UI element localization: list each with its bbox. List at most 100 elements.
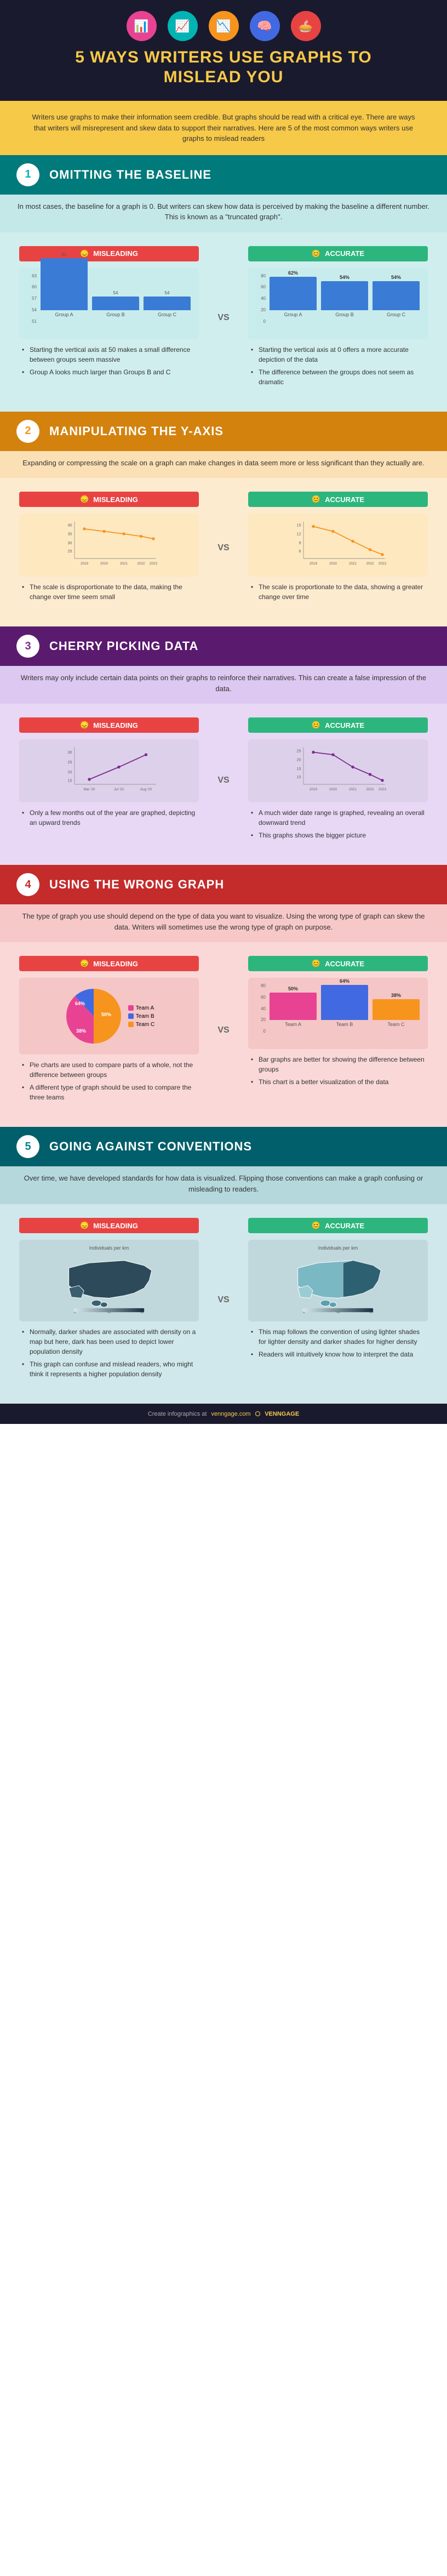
- section-5-number: 5: [16, 1135, 39, 1158]
- section-2: 2 MANIPULATING THE Y-AXIS Expanding or c…: [0, 412, 447, 627]
- svg-text:2020: 2020: [329, 788, 337, 791]
- svg-text:2019: 2019: [81, 562, 89, 566]
- svg-text:38%: 38%: [76, 1028, 86, 1034]
- section-2-comparison: 😞 MISLEADING 40 35 30 25 2019 2020 2021 …: [0, 478, 447, 626]
- misleading-line-chart-3: 30 25 20 15 Mar '20 Jul '20 Aug '20: [25, 745, 193, 794]
- section-5-misleading-chart: Individuals per km: [19, 1240, 199, 1321]
- section-3-misleading-chart: 30 25 20 15 Mar '20 Jul '20 Aug '20: [19, 739, 199, 802]
- section-1-misleading: 😞 MISLEADING 63 60 57 54 51: [11, 238, 207, 398]
- section-2-accurate-chart: 15 12 9 6 2019 2020 2021 2022 2023: [248, 514, 428, 577]
- section-2-title-bar: 2 MANIPULATING THE Y-AXIS: [0, 412, 447, 451]
- section-4-misleading: 😞 MISLEADING: [11, 948, 207, 1113]
- svg-text:40: 40: [369, 1312, 374, 1313]
- brain-icon: 🧠: [250, 11, 280, 41]
- section-5-desc: Over time, we have developed standards f…: [0, 1166, 447, 1204]
- svg-text:0: 0: [303, 1312, 305, 1313]
- chart-icon: 📊: [127, 11, 157, 41]
- svg-text:2019: 2019: [310, 788, 318, 791]
- accurate-line-chart-3: 25 20 15 10 2019 2020 2021 2022 2023: [254, 745, 422, 794]
- footer-site-link[interactable]: venngage.com: [211, 1411, 250, 1417]
- section-1-misleading-bullets: Starting the vertical axis at 50 makes a…: [19, 345, 199, 377]
- svg-text:2022: 2022: [137, 562, 145, 566]
- svg-text:30: 30: [68, 540, 72, 545]
- svg-text:30: 30: [68, 750, 72, 755]
- svg-text:15: 15: [297, 766, 301, 771]
- section-1: 1 OMITTING THE BASELINE In most cases, t…: [0, 155, 447, 412]
- svg-text:6: 6: [299, 549, 301, 554]
- intro-text: Writers use graphs to make their informa…: [27, 112, 420, 144]
- section-3-desc: Writers may only include certain data po…: [0, 666, 447, 704]
- section-1-number: 1: [16, 163, 39, 186]
- vs-1: VS: [213, 238, 234, 398]
- section-1-title: OMITTING THE BASELINE: [49, 168, 211, 182]
- section-3-title-bar: 3 CHERRY PICKING DATA: [0, 626, 447, 666]
- section-3-comparison: 😞 MISLEADING 30 25 20 15 Mar '20 Jul '20…: [0, 704, 447, 865]
- svg-text:2020: 2020: [100, 562, 108, 566]
- section-2-desc: Expanding or compressing the scale on a …: [0, 451, 447, 478]
- section-1-accurate-bullets: Starting the vertical axis at 0 offers a…: [248, 345, 428, 387]
- misleading-badge-3: 😞 MISLEADING: [19, 717, 199, 733]
- footer-brand-icon: ⬡: [255, 1410, 261, 1417]
- misleading-line-chart-2: 40 35 30 25 2019 2020 2021 2022 2023: [25, 519, 193, 568]
- svg-text:2022: 2022: [366, 562, 374, 566]
- vs-3: VS: [213, 709, 234, 851]
- page-title: 5 WAYS WRITERS USE GRAPHS TO MISLEAD YOU: [22, 48, 425, 87]
- bar-icon: 📉: [209, 11, 239, 41]
- section-3-misleading: 😞 MISLEADING 30 25 20 15 Mar '20 Jul '20…: [11, 709, 207, 851]
- section-5-comparison: 😞 MISLEADING Individuals per km: [0, 1204, 447, 1404]
- accurate-badge-3: 😊 ACCURATE: [248, 717, 428, 733]
- accurate-badge-1: 😊 ACCURATE: [248, 246, 428, 261]
- section-1-accurate: 😊 ACCURATE 80 60 40 20 0 62%: [240, 238, 436, 398]
- svg-text:20: 20: [107, 1312, 111, 1313]
- svg-text:25: 25: [68, 549, 72, 554]
- footer-create-text: Create infographics at: [148, 1411, 207, 1417]
- svg-text:2021: 2021: [120, 562, 128, 566]
- accurate-badge-5: 😊 ACCURATE: [248, 1218, 428, 1233]
- section-4-comparison: 😞 MISLEADING: [0, 942, 447, 1127]
- section-4-misleading-bullets: Pie charts are used to compare parts of …: [19, 1060, 199, 1102]
- section-5-accurate-chart: Individuals per km: [248, 1240, 428, 1321]
- section-5-misleading-bullets: Normally, darker shades are associated w…: [19, 1327, 199, 1379]
- footer-brand: VENNGAGE: [265, 1411, 299, 1417]
- svg-text:25: 25: [297, 749, 301, 754]
- section-5-title-bar: 5 GOING AGAINST CONVENTIONS: [0, 1127, 447, 1166]
- section-2-accurate: 😊 ACCURATE 15 12 9 6 2019 2020 2021 2022…: [240, 483, 436, 613]
- section-5-accurate-bullets: This map follows the convention of using…: [248, 1327, 428, 1359]
- accurate-map: 0 20 40: [254, 1253, 422, 1313]
- svg-text:Jul '20: Jul '20: [114, 788, 124, 791]
- accurate-badge-4: 😊 ACCURATE: [248, 956, 428, 971]
- line-icon: 📈: [168, 11, 198, 41]
- intro-section: Writers use graphs to make their informa…: [0, 101, 447, 155]
- section-5-accurate: 😊 ACCURATE Individuals per km: [240, 1210, 436, 1390]
- svg-text:2020: 2020: [329, 562, 337, 566]
- svg-text:64%: 64%: [75, 1001, 85, 1006]
- svg-text:Mar '20: Mar '20: [84, 788, 95, 791]
- section-2-number: 2: [16, 420, 39, 443]
- misleading-badge-4: 😞 MISLEADING: [19, 956, 199, 971]
- svg-text:2022: 2022: [366, 788, 374, 791]
- vs-5: VS: [213, 1210, 234, 1390]
- section-1-misleading-chart: 63 60 57 54 51 62 Group A: [19, 268, 199, 339]
- accurate-line-chart-2: 15 12 9 6 2019 2020 2021 2022 2023: [254, 519, 422, 568]
- footer: Create infographics at venngage.com ⬡ VE…: [0, 1404, 447, 1424]
- section-4: 4 USING THE WRONG GRAPH The type of grap…: [0, 865, 447, 1127]
- svg-text:2021: 2021: [349, 562, 357, 566]
- section-1-title-bar: 1 OMITTING THE BASELINE: [0, 155, 447, 195]
- section-3-accurate: 😊 ACCURATE 25 20 15 10 2019 2020 2021 20…: [240, 709, 436, 851]
- svg-text:2023: 2023: [379, 788, 387, 791]
- section-1-accurate-chart: 80 60 40 20 0 62% Group A: [248, 268, 428, 339]
- svg-text:15: 15: [297, 523, 301, 528]
- misleading-badge-5: 😞 MISLEADING: [19, 1218, 199, 1233]
- vs-4: VS: [213, 948, 234, 1113]
- section-5: 5 GOING AGAINST CONVENTIONS Over time, w…: [0, 1127, 447, 1404]
- section-3: 3 CHERRY PICKING DATA Writers may only i…: [0, 626, 447, 865]
- svg-text:2023: 2023: [150, 562, 158, 566]
- accurate-badge-2: 😊 ACCURATE: [248, 492, 428, 507]
- svg-text:15: 15: [68, 778, 72, 783]
- section-3-misleading-bullets: Only a few months out of the year are gr…: [19, 808, 199, 828]
- section-3-accurate-bullets: A much wider date range is graphed, reve…: [248, 808, 428, 840]
- section-4-number: 4: [16, 873, 39, 896]
- section-5-misleading: 😞 MISLEADING Individuals per km: [11, 1210, 207, 1390]
- section-2-title: MANIPULATING THE Y-AXIS: [49, 424, 224, 438]
- svg-text:10: 10: [297, 774, 301, 779]
